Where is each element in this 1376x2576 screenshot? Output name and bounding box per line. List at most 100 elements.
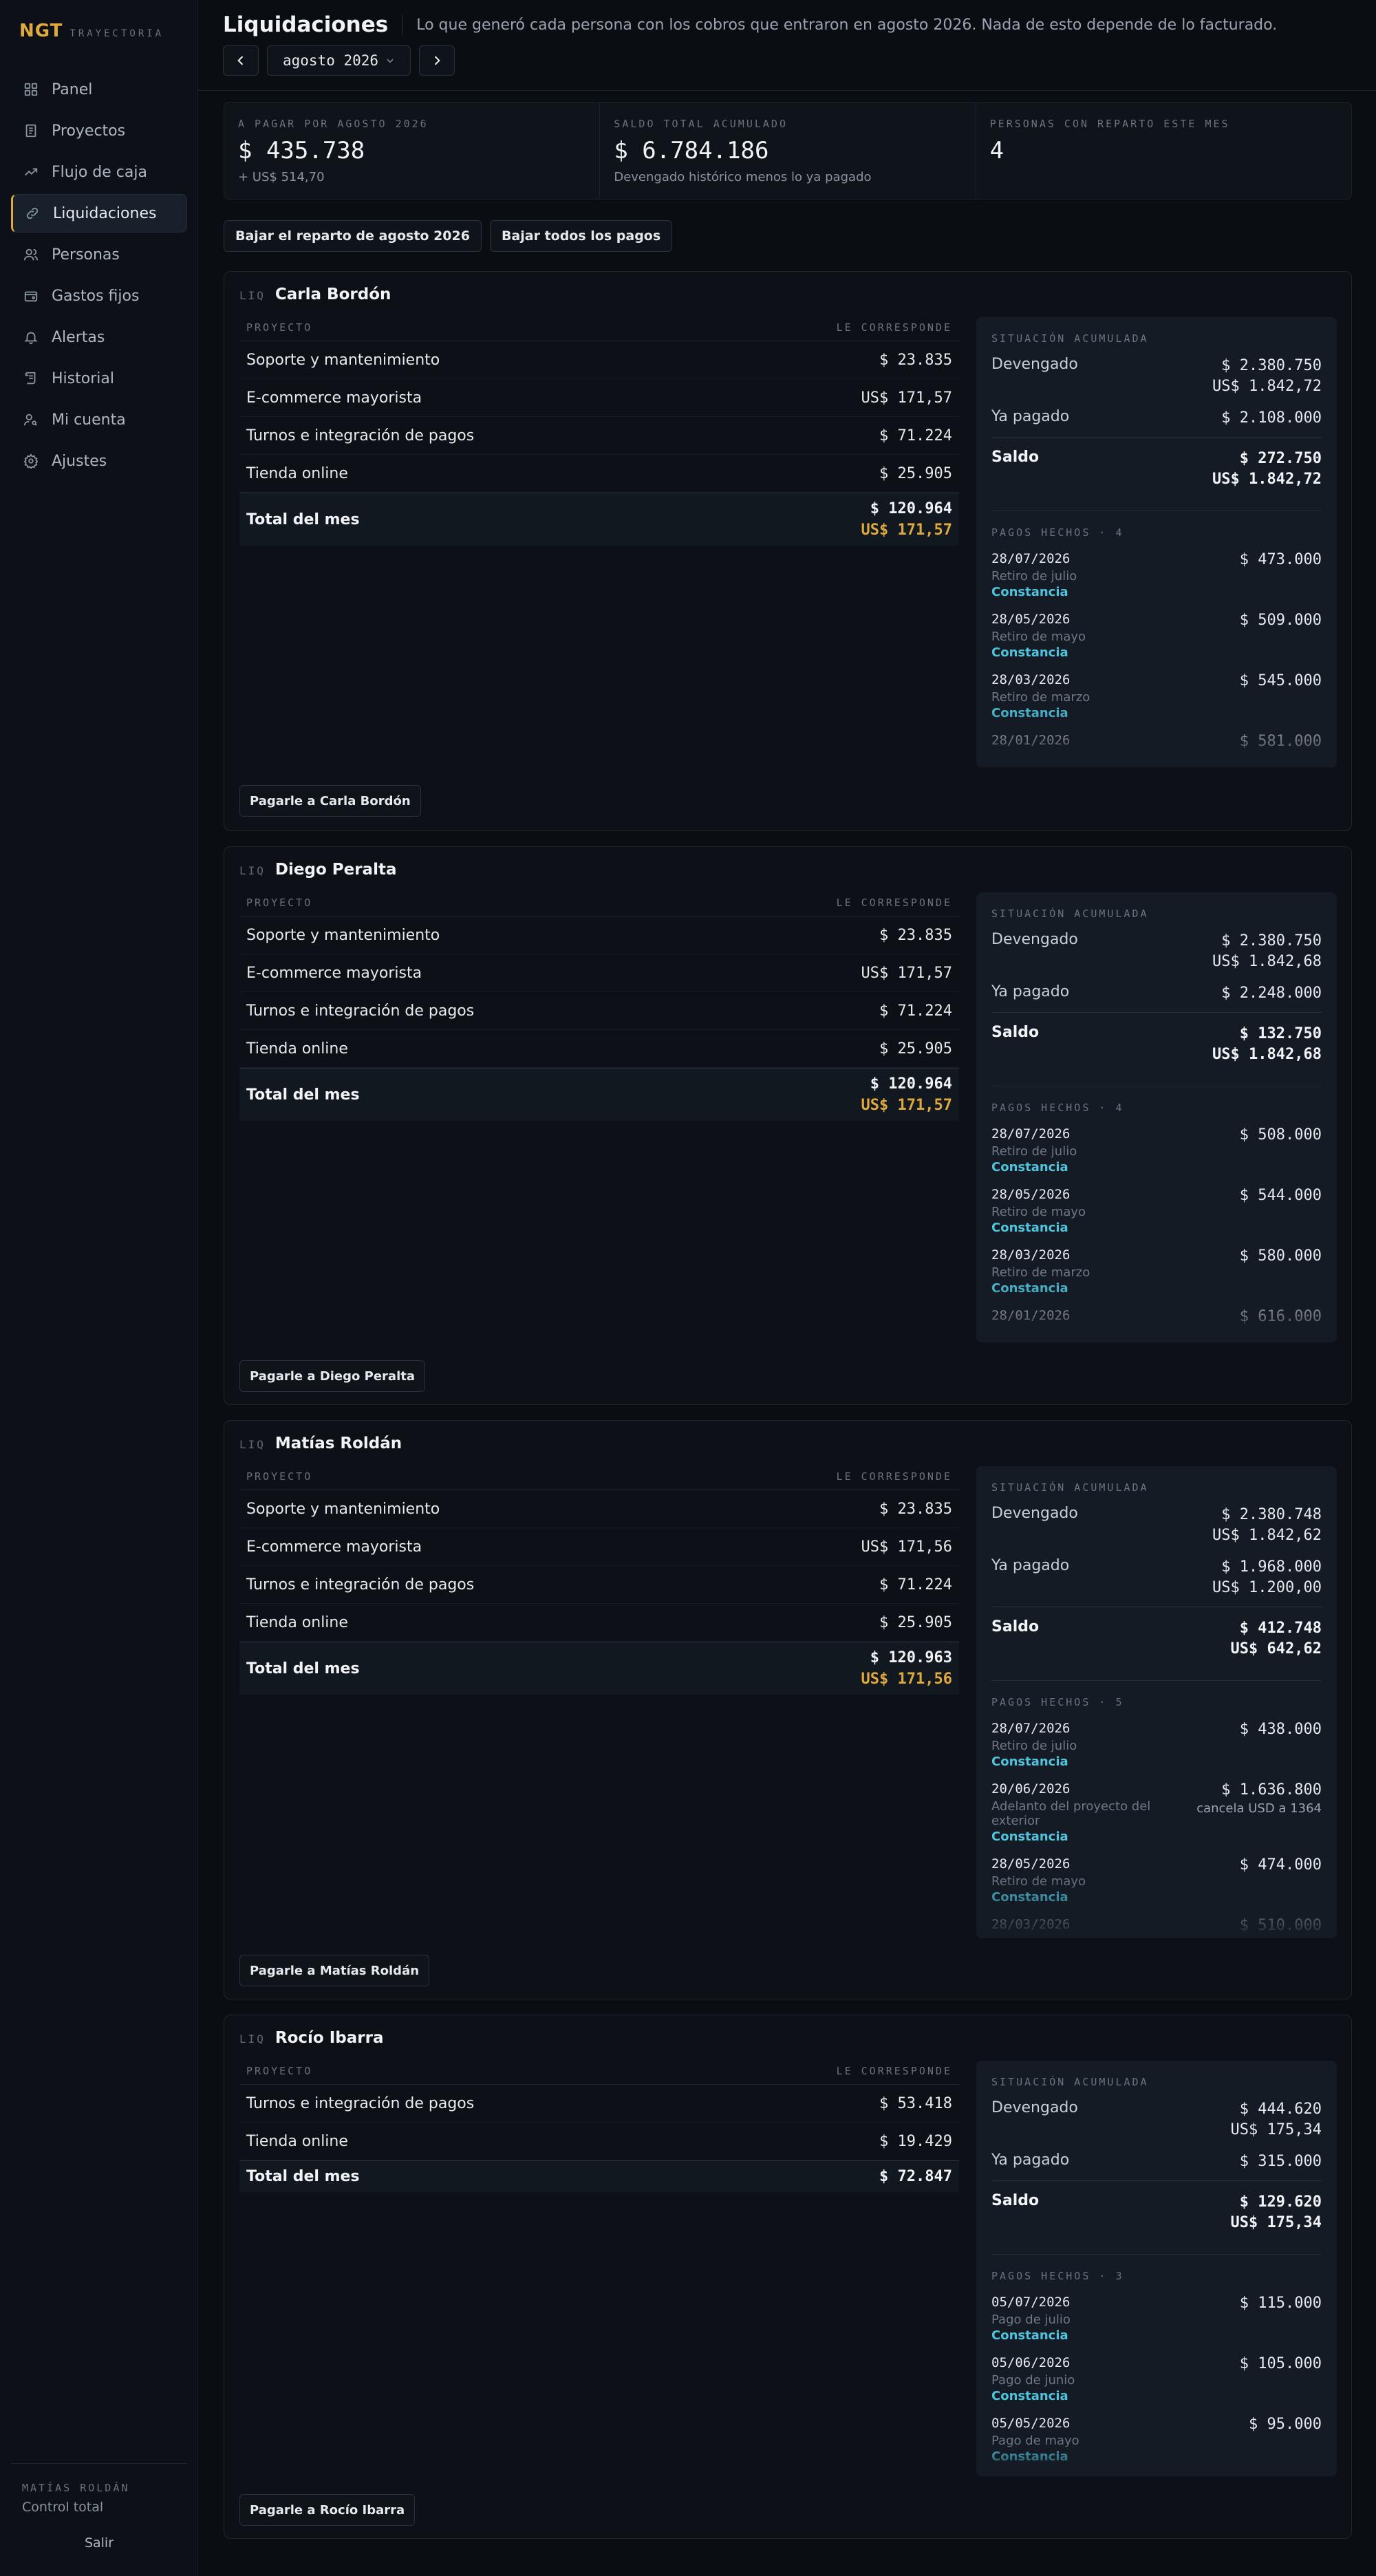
balance-ars: $ 272.750 (1239, 450, 1322, 467)
payment-date: 28/05/2026 (991, 1856, 1071, 1871)
chevron-right-icon (434, 56, 440, 65)
table-row: Turnos e integración de pagos $ 71.224 (239, 1566, 959, 1604)
receipt-link[interactable]: Constancia (991, 1890, 1086, 1904)
receipt-link[interactable]: Constancia (991, 1281, 1090, 1296)
download-month-button[interactable]: Bajar el reparto de agosto 2026 (224, 220, 482, 252)
next-period-button[interactable] (419, 45, 455, 76)
period-dropdown[interactable]: agosto 2026 (267, 45, 411, 76)
payment-item: 05/07/2026 Pago de julio Constancia $ 115.0… (991, 2295, 1322, 2343)
payment-amount: $ 508.000 (1239, 1126, 1322, 1144)
previous-period-button[interactable] (223, 45, 259, 76)
sidebar-item-historial[interactable]: Historial (11, 359, 187, 398)
sidebar-item-ajustes[interactable]: Ajustes (11, 442, 187, 480)
accrued-usd: US$ 1.842,62 (1212, 1527, 1322, 1544)
accrued-label: Devengado (991, 1505, 1078, 1522)
balance-ars: $ 132.750 (1239, 1025, 1322, 1042)
user-key-icon (23, 411, 39, 428)
scroll-icon (23, 370, 39, 387)
payment-item: 28/05/2026 Retiro de mayo Constancia $ 474.… (991, 1856, 1322, 1904)
sidebar-item-mi-cuenta[interactable]: Mi cuenta (11, 400, 187, 439)
receipt-link[interactable]: Constancia (991, 2389, 1075, 2403)
project-amount: $ 23.835 (879, 1500, 952, 1518)
balance-label: Saldo (991, 449, 1040, 466)
project-amount: $ 23.835 (879, 926, 952, 944)
payment-description: Retiro de julio (991, 569, 1077, 583)
payment-item: 28/01/2026 $ 616.000 (991, 1308, 1322, 1325)
balance-ars: $ 129.620 (1239, 2193, 1322, 2211)
balance-usd: US$ 175,34 (1230, 2214, 1322, 2231)
stat-balance: SALDO TOTAL ACUMULADO $ 6.784.186 Deveng… (600, 103, 976, 199)
payment-date: 05/07/2026 (991, 2295, 1071, 2310)
payment-amount: $ 509.000 (1239, 612, 1322, 629)
project-name: Soporte y mantenimiento (246, 1500, 440, 1518)
receipt-link[interactable]: Constancia (991, 1160, 1077, 1174)
current-user-name: MATÍAS ROLDÁN (22, 2482, 130, 2494)
sidebar-item-panel[interactable]: Panel (11, 70, 187, 109)
payment-amount: $ 616.000 (1239, 1308, 1322, 1325)
payment-item: 28/05/2026 Retiro de mayo Constancia $ 509.… (991, 612, 1322, 660)
accrued-label: Devengado (991, 356, 1078, 373)
sidebar-item-flujo-de-caja[interactable]: Flujo de caja (11, 153, 187, 191)
sidebar-item-alertas[interactable]: Alertas (11, 318, 187, 356)
total-label: Total del mes (246, 1086, 360, 1104)
pay-person-button[interactable]: Pagarle a Matías Roldán (239, 1955, 430, 1986)
receipt-link[interactable]: Constancia (991, 1754, 1077, 1769)
table-row: Turnos e integración de pagos $ 71.224 (239, 992, 959, 1030)
payment-date: 05/05/2026 (991, 2416, 1071, 2431)
pay-person-button[interactable]: Pagarle a Rocío Ibarra (239, 2494, 416, 2526)
panel-label: SITUACIÓN ACUMULADA (991, 1481, 1149, 1494)
project-name: Tienda online (246, 464, 348, 482)
bell-icon (23, 329, 39, 345)
table-row: Soporte y mantenimiento $ 23.835 (239, 916, 959, 954)
paid-ars: $ 315.000 (1239, 2153, 1322, 2170)
total-usd: US$ 171,57 (861, 1097, 952, 1114)
sidebar-item-personas[interactable]: Personas (11, 235, 187, 274)
accrued-usd: US$ 1.842,72 (1212, 378, 1322, 395)
receipt-link[interactable]: Constancia (991, 585, 1077, 599)
payment-date: 28/07/2026 (991, 551, 1071, 566)
total-ars: $ 72.847 (879, 2168, 952, 2185)
sidebar-item-label: Personas (52, 246, 120, 264)
total-usd: US$ 171,57 (861, 522, 952, 539)
receipt-link[interactable]: Constancia (991, 2328, 1071, 2343)
project-amount: $ 71.224 (879, 1576, 952, 1593)
period-selector: agosto 2026 (223, 45, 455, 76)
sidebar-item-gastos-fijos[interactable]: Gastos fijos (11, 277, 187, 315)
receipt-link[interactable]: Constancia (991, 1221, 1086, 1235)
sidebar-item-label: Historial (52, 369, 114, 387)
project-amount: $ 23.835 (879, 351, 952, 369)
balance-usd: US$ 642,62 (1230, 1640, 1322, 1657)
project-amount: $ 25.905 (879, 1613, 952, 1631)
receipt-link[interactable]: Constancia (991, 2449, 1079, 2464)
sidebar-item-label: Proyectos (52, 122, 126, 140)
project-name: E-commerce mayorista (246, 964, 422, 982)
pay-person-button[interactable]: Pagarle a Carla Bordón (239, 785, 421, 817)
receipt-link[interactable]: Constancia (991, 706, 1090, 720)
accrued-label: Devengado (991, 2099, 1078, 2116)
payment-item: 28/03/2026 $ 510.000 (991, 1917, 1322, 1934)
payment-date: 28/03/2026 (991, 1247, 1071, 1263)
logout-button[interactable]: Salir (11, 2535, 187, 2551)
projects-table: PROYECTO LE CORRESPONDE Soporte y manten… (239, 897, 959, 1121)
payment-item: 05/06/2026 Pago de junio Constancia $ 105.0… (991, 2355, 1322, 2403)
download-all-payments-button[interactable]: Bajar todos los pagos (489, 220, 673, 252)
card-tag: LIQ (239, 1438, 266, 1451)
page-title: Liquidaciones (223, 12, 389, 37)
paid-label: Ya pagado (991, 983, 1070, 1000)
stat-value: 4 (989, 137, 1004, 164)
project-amount: $ 53.418 (879, 2094, 952, 2112)
receipt-link[interactable]: Constancia (991, 1829, 1177, 1844)
table-row: Soporte y mantenimiento $ 23.835 (239, 1490, 959, 1528)
payments-label: PAGOS HECHOS · 3 (991, 2270, 1124, 2282)
table-header: PROYECTO LE CORRESPONDE (239, 321, 959, 341)
receipt-link[interactable]: Constancia (991, 645, 1086, 660)
pay-person-button[interactable]: Pagarle a Diego Peralta (239, 1360, 426, 1392)
payment-item: 28/07/2026 Retiro de julio Constancia $ 473… (991, 551, 1322, 599)
sidebar-item-liquidaciones[interactable]: Liquidaciones (11, 194, 187, 233)
sidebar-item-proyectos[interactable]: Proyectos (11, 111, 187, 150)
stat-note: + US$ 514,70 (238, 170, 325, 184)
sidebar-item-label: Alertas (52, 328, 105, 346)
project-amount: US$ 171,57 (861, 964, 952, 982)
payment-amount: $ 544.000 (1239, 1187, 1322, 1204)
period-value: agosto 2026 (283, 52, 379, 69)
